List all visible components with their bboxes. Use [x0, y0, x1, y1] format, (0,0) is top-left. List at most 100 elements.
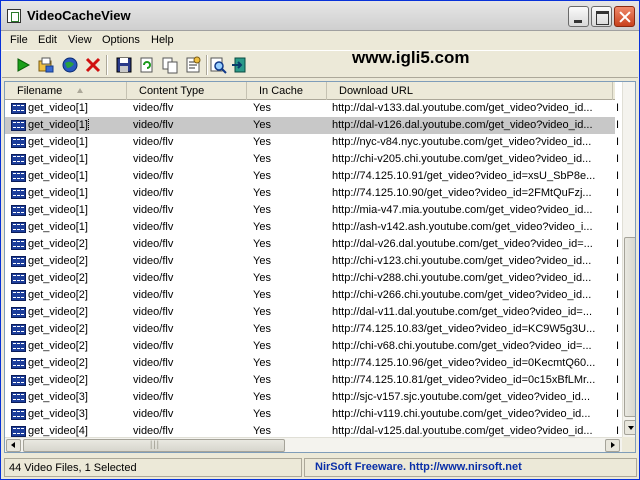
- cell-in-cache: Yes: [253, 391, 271, 403]
- cell-in-cache: Yes: [253, 221, 271, 233]
- play-icon[interactable]: [14, 56, 32, 74]
- column-header-label: Download URL: [339, 85, 413, 97]
- cell-download-url: http://ash-v142.ash.youtube.com/get_vide…: [332, 221, 593, 233]
- nirsoft-link[interactable]: NirSoft Freeware. http://www.nirsoft.net: [304, 458, 637, 477]
- video-file-icon: [11, 188, 26, 199]
- exit-icon[interactable]: [231, 56, 249, 74]
- table-row[interactable]: get_video[2] video/flv Yes http://dal-v26.d…: [5, 236, 619, 253]
- video-file-icon: [11, 273, 26, 284]
- refresh-icon[interactable]: [138, 56, 156, 74]
- delete-icon[interactable]: [84, 56, 102, 74]
- video-file-icon: [11, 409, 26, 420]
- table-row[interactable]: get_video[2] video/flv Yes http://chi-v123.…: [5, 253, 619, 270]
- cell-content-type: video/flv: [133, 374, 174, 386]
- cell-filename: get_video[1]: [28, 136, 88, 148]
- find-icon[interactable]: [209, 56, 227, 74]
- table-row[interactable]: get_video[2] video/flv Yes http://74.125.10…: [5, 321, 619, 338]
- cell-download-url: http://mia-v47.mia.youtube.com/get_video…: [332, 204, 593, 216]
- vertical-scroll-thumb[interactable]: [624, 237, 635, 417]
- maximize-button[interactable]: [591, 6, 612, 27]
- column-header-in-cache[interactable]: In Cache: [247, 82, 327, 100]
- properties-icon[interactable]: [184, 56, 202, 74]
- cell-in-cache: Yes: [253, 289, 271, 301]
- column-header-content-type[interactable]: Content Type: [127, 82, 247, 100]
- video-file-icon: [11, 426, 26, 437]
- cell-in-cache: Yes: [253, 153, 271, 165]
- scroll-right-button[interactable]: [605, 439, 620, 452]
- close-button[interactable]: [614, 6, 635, 27]
- cell-download-url: http://74.125.10.90/get_video?video_id=2…: [332, 187, 592, 199]
- table-row[interactable]: get_video[1] video/flv Yes http://ash-v142.…: [5, 219, 619, 236]
- cell-download-url: http://dal-v26.dal.youtube.com/get_video…: [332, 238, 593, 250]
- app-icon[interactable]: [7, 9, 21, 23]
- video-file-icon: [11, 222, 26, 233]
- cell-in-cache: Yes: [253, 306, 271, 318]
- cell-content-type: video/flv: [133, 153, 174, 165]
- title-bar[interactable]: VideoCacheView: [1, 1, 639, 31]
- video-file-list[interactable]: Filename Content Type In Cache Download …: [4, 81, 636, 453]
- column-header-label: Content Type: [139, 85, 205, 97]
- save-icon[interactable]: [115, 56, 133, 74]
- cell-filename: get_video[1]: [28, 153, 88, 165]
- menu-options[interactable]: Options: [102, 34, 140, 46]
- cell-content-type: video/flv: [133, 187, 174, 199]
- globe-icon[interactable]: [61, 56, 79, 74]
- menu-view[interactable]: View: [68, 34, 92, 46]
- cell-in-cache: Yes: [253, 374, 271, 386]
- menu-file[interactable]: File: [10, 34, 28, 46]
- cell-in-cache: Yes: [253, 119, 271, 131]
- table-row[interactable]: get_video[1] video/flv Yes http://mia-v47.m…: [5, 202, 619, 219]
- minimize-button[interactable]: [568, 6, 589, 27]
- table-row[interactable]: get_video[3] video/flv Yes http://chi-v119.…: [5, 406, 619, 423]
- table-row[interactable]: get_video[3] video/flv Yes http://sjc-v157.…: [5, 389, 619, 406]
- cell-download-url: http://chi-v205.chi.youtube.com/get_vide…: [332, 153, 592, 165]
- column-header-filename[interactable]: Filename: [5, 82, 127, 100]
- cell-content-type: video/flv: [133, 238, 174, 250]
- cell-filename: get_video[1]: [28, 204, 88, 216]
- table-row[interactable]: get_video[1] video/flv Yes http://chi-v205.…: [5, 151, 619, 168]
- table-row[interactable]: get_video[2] video/flv Yes http://chi-v266.…: [5, 287, 619, 304]
- cell-content-type: video/flv: [133, 170, 174, 182]
- cell-content-type: video/flv: [133, 306, 174, 318]
- horizontal-scrollbar[interactable]: [5, 437, 622, 452]
- cell-content-type: video/flv: [133, 136, 174, 148]
- cell-content-type: video/flv: [133, 102, 174, 114]
- cell-content-type: video/flv: [133, 408, 174, 420]
- scroll-left-button[interactable]: [6, 439, 21, 452]
- video-file-icon: [11, 256, 26, 267]
- cell-download-url: http://74.125.10.83/get_video?video_id=K…: [332, 323, 596, 335]
- cell-content-type: video/flv: [133, 119, 174, 131]
- horizontal-scroll-thumb[interactable]: [23, 439, 285, 452]
- window-title: VideoCacheView: [27, 8, 131, 23]
- cell-content-type: video/flv: [133, 323, 174, 335]
- table-row[interactable]: get_video[1] video/flv Yes http://dal-v126.…: [5, 117, 619, 134]
- menu-edit[interactable]: Edit: [38, 34, 57, 46]
- table-row[interactable]: get_video[1] video/flv Yes http://74.125.10…: [5, 185, 619, 202]
- table-row[interactable]: get_video[2] video/flv Yes http://74.125.10…: [5, 355, 619, 372]
- export-icon[interactable]: [37, 56, 55, 74]
- cell-download-url: http://dal-v125.dal.youtube.com/get_vide…: [332, 425, 593, 437]
- table-row[interactable]: get_video[2] video/flv Yes http://74.125.10…: [5, 372, 619, 389]
- video-file-icon: [11, 290, 26, 301]
- table-row[interactable]: get_video[1] video/flv Yes http://nyc-v84.n…: [5, 134, 619, 151]
- scroll-down-button[interactable]: [624, 420, 635, 435]
- cell-content-type: video/flv: [133, 357, 174, 369]
- table-row[interactable]: get_video[2] video/flv Yes http://chi-v288.…: [5, 270, 619, 287]
- table-row[interactable]: get_video[2] video/flv Yes http://dal-v11.d…: [5, 304, 619, 321]
- column-header-download-url[interactable]: Download URL: [327, 82, 613, 100]
- cell-filename: get_video[2]: [28, 289, 88, 301]
- cell-download-url: http://sjc-v157.sjc.youtube.com/get_vide…: [332, 391, 591, 403]
- scrollbar-corner: [622, 437, 635, 452]
- cell-filename: get_video[1]: [28, 187, 88, 199]
- cell-in-cache: Yes: [253, 170, 271, 182]
- copy-icon[interactable]: [161, 56, 179, 74]
- menu-help[interactable]: Help: [151, 34, 174, 46]
- table-row[interactable]: get_video[2] video/flv Yes http://chi-v68.c…: [5, 338, 619, 355]
- table-row[interactable]: get_video[1] video/flv Yes http://dal-v133.…: [5, 100, 619, 117]
- table-row[interactable]: get_video[1] video/flv Yes http://74.125.10…: [5, 168, 619, 185]
- vertical-scrollbar[interactable]: [622, 82, 635, 437]
- status-bar: 44 Video Files, 1 Selected NirSoft Freew…: [2, 456, 638, 479]
- cell-filename: get_video[2]: [28, 340, 88, 352]
- cell-filename: get_video[2]: [28, 357, 88, 369]
- video-file-icon: [11, 324, 26, 335]
